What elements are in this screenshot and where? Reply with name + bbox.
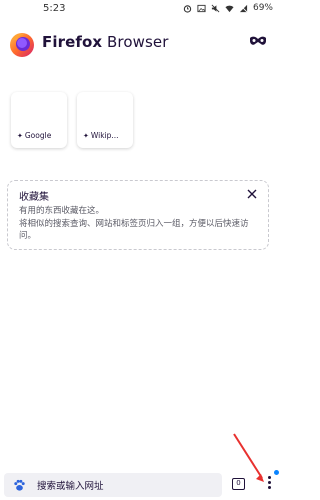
brand-prefix: Firefox: [42, 33, 103, 51]
brand-suffix: Browser: [107, 33, 169, 51]
menu-button[interactable]: [264, 476, 274, 494]
close-icon[interactable]: [246, 188, 258, 200]
search-input[interactable]: 搜索或输入网址: [4, 473, 222, 497]
alarm-icon: [183, 4, 192, 13]
collections-card: 收藏集 有用的东西收藏在这。 将相似的搜索查询、网站和标签页归入一组，方便以后快…: [7, 180, 269, 250]
private-browsing-mask-icon[interactable]: [249, 34, 267, 48]
menu-dot: [267, 486, 271, 489]
battery-percent: 69%: [252, 3, 273, 13]
collections-line-1: 有用的东西收藏在这。: [19, 206, 105, 216]
pin-icon: ✦: [83, 131, 89, 140]
menu-dot: [267, 481, 271, 484]
menu-notification-badge: [274, 470, 279, 475]
top-site-tile-google[interactable]: ✦ Google: [11, 92, 67, 148]
signal-icon: [238, 3, 248, 13]
collections-title: 收藏集: [19, 192, 49, 203]
wifi-icon: [225, 5, 234, 12]
top-sites: ✦ Google ✦ Wikip...: [11, 92, 133, 148]
pin-icon: ✦: [17, 131, 23, 140]
collections-description: 有用的东西收藏在这。 将相似的搜索查询、网站和标签页归入一组，方便以后快速访问。: [19, 205, 259, 243]
collections-line-2: 将相似的搜索查询、网站和标签页归入一组，方便以后快速访问。: [19, 218, 249, 242]
status-time: 5:23: [43, 3, 66, 14]
search-placeholder: 搜索或输入网址: [37, 481, 104, 492]
top-site-label-row: ✦ Wikip...: [83, 131, 119, 140]
top-site-label: Wikip...: [90, 131, 119, 140]
status-icons: 69%: [183, 3, 273, 13]
baidu-paw-icon: [14, 479, 25, 491]
image-icon: [197, 4, 206, 12]
home-header: Firefox Browser: [0, 26, 281, 60]
top-site-tile-wikipedia[interactable]: ✦ Wikip...: [77, 92, 133, 148]
red-arrow-annotation: [233, 433, 264, 482]
top-site-label: Google: [24, 131, 52, 140]
status-bar: 5:23 69%: [0, 0, 281, 20]
brand-name: Firefox Browser: [42, 33, 169, 51]
menu-dot: [267, 476, 271, 479]
tab-counter-button[interactable]: 0: [232, 478, 245, 490]
bottom-toolbar: 搜索或输入网址 0: [0, 470, 281, 500]
top-site-label-row: ✦ Google: [17, 131, 51, 140]
firefox-logo-icon: [10, 33, 34, 57]
mute-icon: [211, 4, 220, 12]
